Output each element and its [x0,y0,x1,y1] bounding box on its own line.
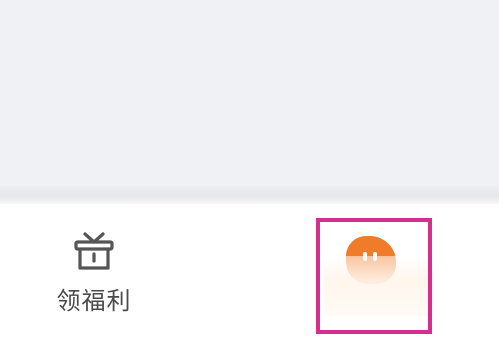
gift-icon [74,232,114,270]
highlight-box [316,218,432,334]
tab-welfare[interactable]: 领福利 [40,226,148,326]
tab-bar-shadow [0,186,499,204]
content-area [0,0,499,190]
tab-welfare-label: 领福利 [56,287,132,315]
